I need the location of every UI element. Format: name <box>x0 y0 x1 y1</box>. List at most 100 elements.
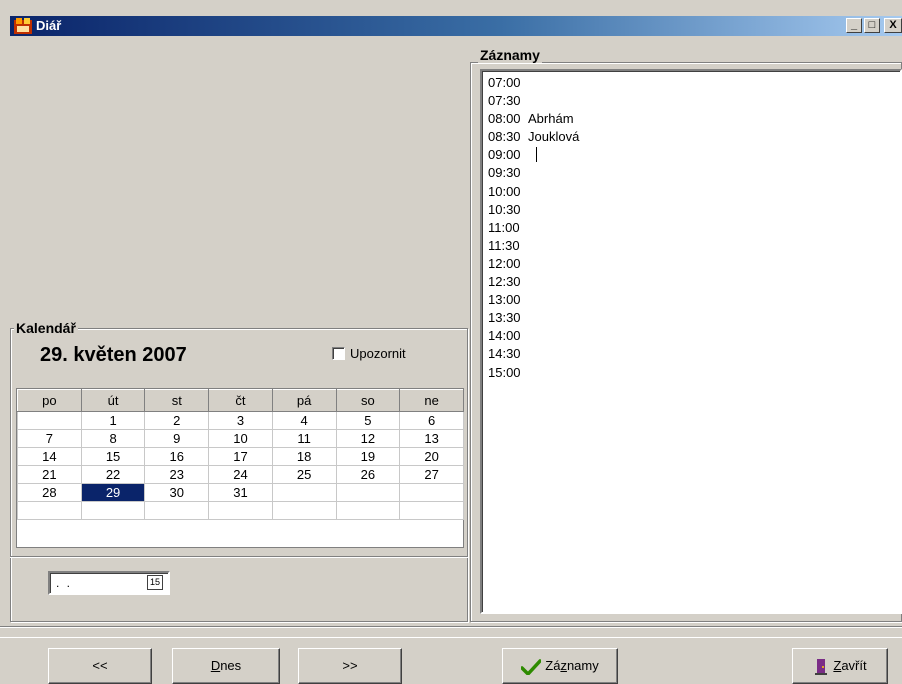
records-list[interactable]: 07:00 07:30 08:00 Abrhám 08:30 Jouklová 09:00 0… <box>480 69 902 614</box>
calendar-week-row: 28 29 30 31 <box>17 483 464 502</box>
calendar-day-cell[interactable]: 19 <box>335 447 401 466</box>
calendar-day-cell[interactable]: 14 <box>17 447 82 466</box>
previous-button[interactable]: << <box>48 648 152 684</box>
record-row[interactable]: 08:30 Jouklová <box>482 128 900 146</box>
calendar-day-cell[interactable]: 12 <box>335 429 401 448</box>
record-row[interactable]: 09:00 <box>482 146 900 164</box>
calendar-day-cell[interactable] <box>335 501 401 520</box>
calendar-day-cell[interactable] <box>144 501 210 520</box>
calendar-day-cell[interactable]: 16 <box>144 447 210 466</box>
weekday-header: út <box>80 389 146 412</box>
calendar-day-cell[interactable]: 22 <box>80 465 146 484</box>
calendar-day-cell[interactable] <box>271 501 337 520</box>
record-row[interactable]: 07:30 <box>482 92 900 110</box>
calendar-icon[interactable]: 15 <box>147 575 163 590</box>
calendar-day-cell[interactable]: 8 <box>80 429 146 448</box>
close-button[interactable]: Zavřít <box>792 648 888 684</box>
record-row[interactable]: 14:30 <box>482 345 900 363</box>
record-name[interactable]: Abrhám <box>528 111 574 126</box>
record-time: 12:00 <box>488 255 521 271</box>
record-row[interactable]: 15:00 <box>482 364 900 382</box>
record-time: 09:30 <box>488 165 521 181</box>
calendar-day-cell[interactable]: 10 <box>208 429 273 448</box>
maximize-button[interactable]: □ <box>864 18 880 33</box>
calendar-day-cell[interactable]: 11 <box>271 429 337 448</box>
record-row[interactable]: 13:00 <box>482 291 900 309</box>
window-title: Diář <box>36 18 62 33</box>
calendar-day-cell[interactable]: 9 <box>144 429 210 448</box>
record-row[interactable]: 11:30 <box>482 237 900 255</box>
weekday-header: čt <box>208 389 273 412</box>
weekday-header: po <box>17 389 82 412</box>
date-input-value: . . <box>56 576 73 590</box>
calendar-day-cell[interactable]: 26 <box>335 465 401 484</box>
calendar-day-cell[interactable]: 3 <box>208 411 273 430</box>
calendar-day-cell[interactable] <box>17 501 82 520</box>
record-row[interactable]: 09:30 <box>482 164 900 182</box>
calendar-day-cell[interactable]: 30 <box>144 483 210 502</box>
calendar-day-cell[interactable]: 28 <box>17 483 82 502</box>
weekday-header: st <box>144 389 210 412</box>
text-caret <box>536 147 537 163</box>
record-row[interactable]: 12:30 <box>482 273 900 291</box>
calendar-day-cell[interactable]: 5 <box>335 411 401 430</box>
weekday-header: ne <box>399 389 464 412</box>
calendar-day-cell[interactable] <box>17 411 82 430</box>
record-row[interactable]: 10:30 <box>482 201 900 219</box>
calendar-day-cell[interactable]: 18 <box>271 447 337 466</box>
record-time: 14:30 <box>488 346 521 362</box>
calendar-day-cell[interactable] <box>80 501 146 520</box>
calendar-week-row: 14 15 16 17 18 19 20 <box>17 447 464 466</box>
record-time: 07:00 <box>488 75 521 90</box>
record-row[interactable]: 12:00 <box>482 255 900 273</box>
record-row[interactable]: 13:30 <box>482 309 900 327</box>
record-row[interactable]: 07:00 <box>482 74 900 92</box>
calendar-day-cell[interactable]: 4 <box>271 411 337 430</box>
next-button[interactable]: >> <box>298 648 402 684</box>
today-button[interactable]: Dnes <box>172 648 280 684</box>
current-date-label: 29. květen 2007 <box>40 344 187 366</box>
close-window-button[interactable]: X <box>884 18 902 33</box>
calendar-day-cell[interactable]: 2 <box>144 411 210 430</box>
calendar-day-cell[interactable] <box>399 501 464 520</box>
calendar-day-cell[interactable] <box>335 483 401 502</box>
calendar-week-row <box>17 501 464 520</box>
calendar-day-cell[interactable]: 7 <box>17 429 82 448</box>
bottom-divider <box>0 626 902 638</box>
calendar-week-row: 21 22 23 24 25 26 27 <box>17 465 464 484</box>
record-row[interactable]: 14:00 <box>482 327 900 345</box>
calendar-day-cell[interactable]: 20 <box>399 447 464 466</box>
calendar-day-cell[interactable]: 13 <box>399 429 464 448</box>
calendar-day-cell[interactable]: 1 <box>80 411 146 430</box>
remind-label[interactable]: Upozornit <box>350 346 406 361</box>
calendar-day-cell[interactable]: 25 <box>271 465 337 484</box>
minimize-button[interactable]: _ <box>846 18 862 33</box>
calendar-day-cell[interactable] <box>399 483 464 502</box>
record-time: 13:30 <box>488 310 521 326</box>
date-input-field[interactable]: . . 15 <box>48 571 170 595</box>
calendar-day-cell[interactable] <box>271 483 337 502</box>
record-row[interactable]: 11:00 <box>482 219 900 237</box>
calendar-day-cell[interactable]: 17 <box>208 447 273 466</box>
checkmark-icon <box>521 658 542 675</box>
calendar-grid[interactable]: po út st čt pá so ne 1 2 3 4 5 6 7 8 9 10 11 12 13 14 15 16 17… <box>16 388 464 548</box>
title-bar[interactable]: Diář _ □ X <box>10 16 902 36</box>
remind-checkbox[interactable] <box>332 347 345 360</box>
record-time: 14:00 <box>488 328 521 344</box>
record-name[interactable]: Jouklová <box>528 129 579 144</box>
records-button[interactable]: Záznamy <box>502 648 618 684</box>
calendar-day-cell[interactable]: 29 <box>80 483 146 502</box>
calendar-day-cell[interactable]: 23 <box>144 465 210 484</box>
calendar-day-cell[interactable]: 15 <box>80 447 146 466</box>
calendar-day-cell[interactable]: 27 <box>399 465 464 484</box>
calendar-day-cell[interactable]: 24 <box>208 465 273 484</box>
calendar-day-cell[interactable]: 31 <box>208 483 273 502</box>
calendar-day-cell[interactable] <box>208 501 273 520</box>
calendar-day-cell[interactable]: 6 <box>399 411 464 430</box>
exit-door-icon <box>815 658 828 675</box>
calendar-caption: Kalendář <box>14 320 78 336</box>
records-caption: Záznamy <box>478 47 542 63</box>
calendar-day-cell[interactable]: 21 <box>17 465 82 484</box>
record-row[interactable]: 10:00 <box>482 183 900 201</box>
record-row[interactable]: 08:00 Abrhám <box>482 110 900 128</box>
